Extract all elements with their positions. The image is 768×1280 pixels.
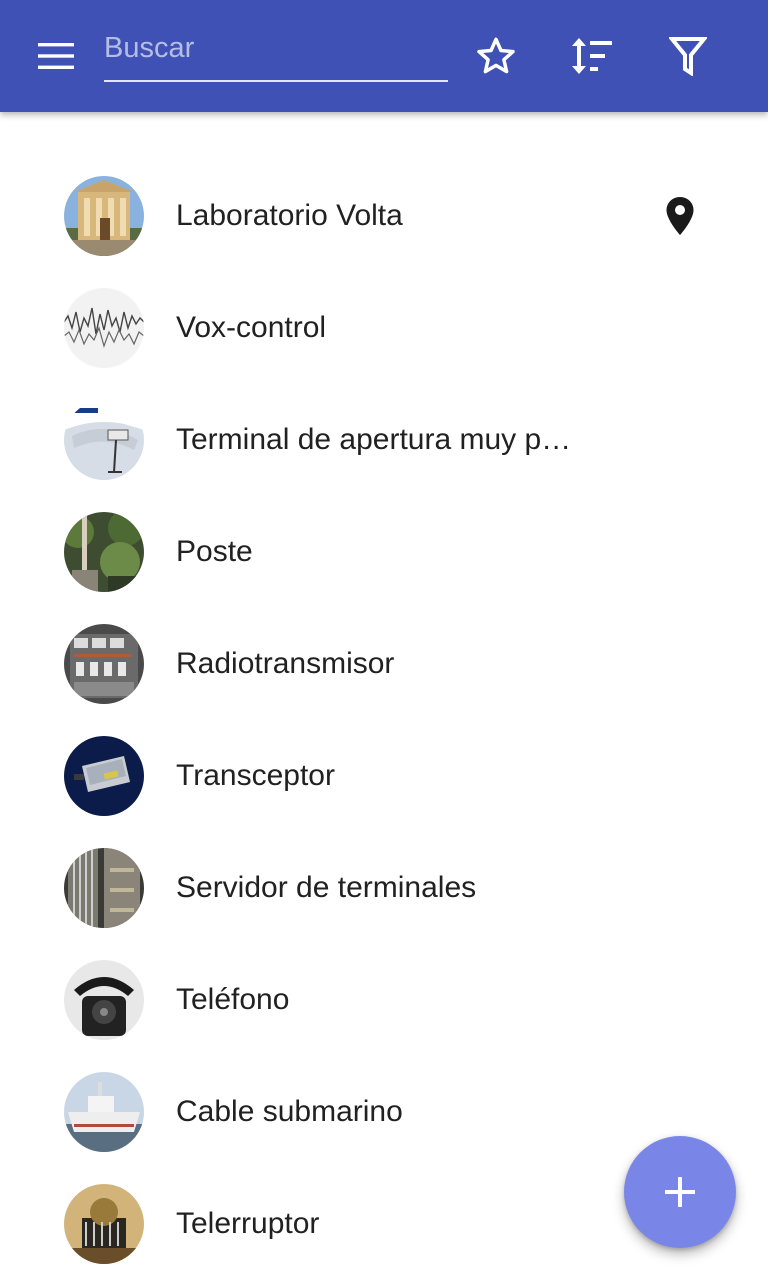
item-thumbnail	[64, 1072, 144, 1152]
item-thumbnail	[64, 1184, 144, 1264]
list-item[interactable]: Servidor de terminales	[0, 832, 768, 944]
list-item[interactable]: Radiotransmisor	[0, 608, 768, 720]
list-item[interactable]: Transceptor	[0, 720, 768, 832]
favorites-button[interactable]	[468, 28, 524, 84]
item-label: Vox-control	[176, 311, 327, 344]
item-label: Laboratorio Volta	[176, 199, 403, 232]
plus-icon	[665, 1177, 695, 1207]
list-item[interactable]: Poste	[0, 496, 768, 608]
add-button[interactable]	[624, 1136, 736, 1248]
location-button[interactable]	[652, 188, 708, 244]
search-input[interactable]	[104, 24, 448, 72]
item-thumbnail	[64, 176, 144, 256]
item-label: Servidor de terminales	[176, 871, 477, 904]
item-thumbnail	[64, 288, 144, 368]
item-label: Radiotransmisor	[176, 647, 395, 680]
item-label: Teléfono	[176, 983, 290, 1016]
app-bar	[0, 0, 768, 112]
list-item[interactable]: Laboratorio Volta	[0, 160, 768, 272]
item-list: Laboratorio Volta Vox-control Terminal d…	[0, 160, 768, 1280]
map-pin-icon	[666, 197, 694, 235]
filter-icon	[669, 37, 707, 76]
item-thumbnail	[64, 736, 144, 816]
item-label: Terminal de apertura muy p…	[176, 423, 572, 456]
item-label: Telerruptor	[176, 1207, 320, 1240]
item-thumbnail	[64, 960, 144, 1040]
item-thumbnail	[64, 400, 144, 480]
sort-button[interactable]	[564, 28, 620, 84]
list-item[interactable]: Teléfono	[0, 944, 768, 1056]
sort-icon	[572, 38, 612, 74]
item-label: Poste	[176, 535, 253, 568]
list-item[interactable]: Terminal de apertura muy p…	[0, 384, 768, 496]
menu-icon	[38, 43, 74, 69]
filter-button[interactable]	[660, 28, 716, 84]
star-outline-icon	[477, 37, 515, 74]
item-thumbnail	[64, 848, 144, 928]
search-field	[104, 24, 448, 82]
item-thumbnail	[64, 624, 144, 704]
list-item[interactable]: Vox-control	[0, 272, 768, 384]
item-label: Transceptor	[176, 759, 335, 792]
menu-button[interactable]	[24, 28, 88, 84]
item-label: Cable submarino	[176, 1095, 403, 1128]
item-thumbnail	[64, 512, 144, 592]
